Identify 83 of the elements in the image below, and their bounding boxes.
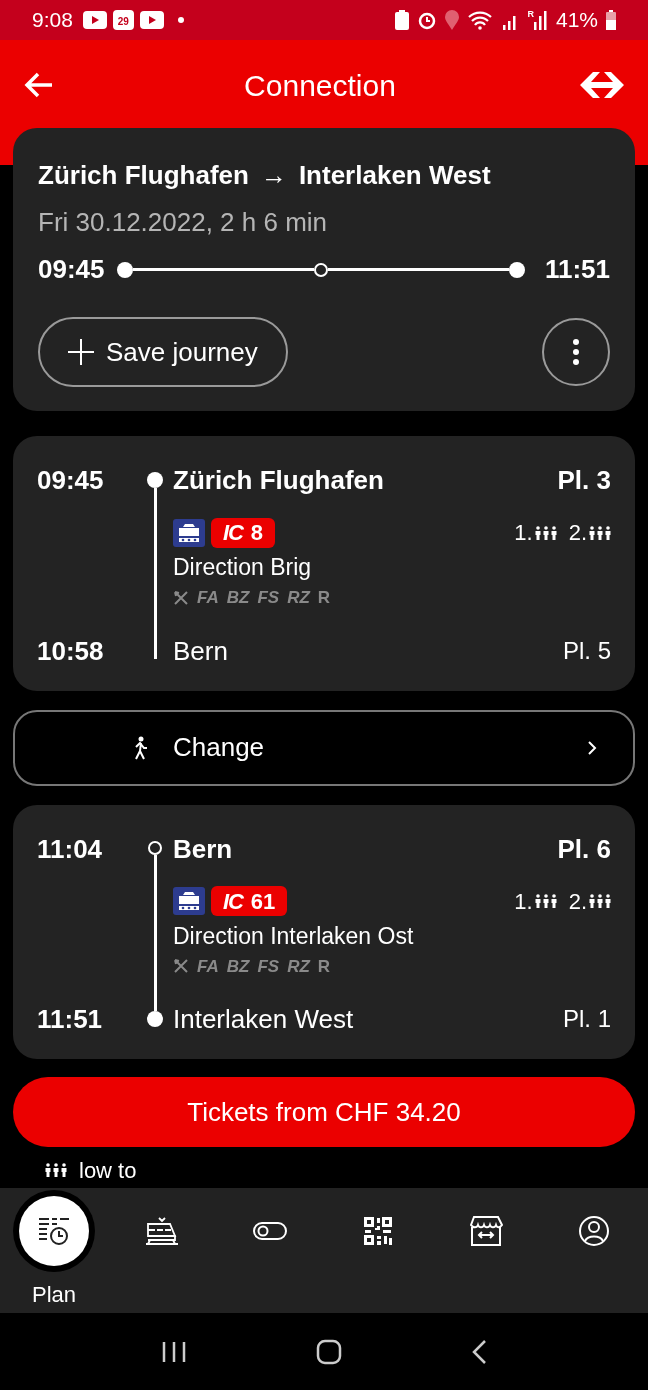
route-arrow: → [260,159,287,192]
home-icon[interactable] [316,1338,342,1365]
amenity-code: FA [197,955,219,978]
amenity-code: R [317,587,331,609]
restaurant-icon [173,958,189,975]
back-icon[interactable] [471,1338,488,1365]
battery-icon [606,10,616,30]
amenity-code: FS [257,955,280,978]
change-row[interactable]: Change [13,709,635,786]
departure-time: 09:45 [37,464,105,496]
toggle-icon [253,1221,287,1241]
battery-saver-icon [395,10,410,30]
amenity-code: BZ [226,955,250,978]
qr-code-icon [363,1216,393,1246]
page-title: Connection [244,67,396,104]
class-label: 2. [568,887,587,916]
walking-icon [133,735,149,760]
station-name: Bern [173,634,228,667]
class-label: 2. [568,519,587,547]
direction-label: Direction Interlaken Ost [173,921,415,950]
route-to: Interlaken West [298,159,491,192]
more-options-button[interactable] [542,318,610,386]
restaurant-icon [173,589,189,606]
class-label: 1. [514,887,533,916]
amenity-code: BZ [226,587,250,609]
profile-icon [578,1215,610,1247]
train-icon [145,1216,179,1246]
clock-time: 9:08 [32,7,73,34]
amenity-code: R [317,955,331,978]
direction-label: Direction Brig [173,553,313,581]
route-from: Zürich Flughafen [38,159,249,192]
leg-card[interactable]: 11:04 11:51 Bern Pl. 6 IC 61 1. 2. Direction Interlaken Ost FA BZ FS RZ R Interlaken West Pl. 1 [13,804,635,1059]
back-arrow-icon [24,72,54,98]
video-icon [139,11,164,29]
departure-time: 11:04 [37,832,104,865]
arrival-time: 11:51 [544,253,610,286]
video-icon [82,11,107,29]
arrival-time: 11:51 [37,1003,104,1035]
station-name: Interlaken West [173,1003,354,1035]
departure-time: 09:45 [38,253,105,286]
amenity-code: RZ [287,955,310,978]
occupancy-icon [45,1163,67,1177]
occupancy-icon [589,894,611,908]
date-duration: Fri 30.12.2022, 2 h 6 min [38,206,329,239]
station-name: Bern [173,832,233,865]
train-icon [173,887,205,915]
occupancy-icon [534,525,557,540]
stop-marker [148,840,162,855]
recent-apps-icon[interactable] [160,1339,187,1364]
leg-card[interactable]: 09:45 10:58 Zürich Flughafen Pl. 3 IC 8 1. 2. Direction Brig FA BZ FS RZ R Bern Pl. 5 [13,436,635,691]
alarm-icon [417,10,438,30]
save-journey-button[interactable]: Save journey [38,317,288,387]
amenity-code: FA [197,587,219,609]
line-badge: IC 61 [211,886,288,916]
platform-label: Pl. 6 [557,832,611,865]
shop-icon [469,1215,503,1247]
plus-icon [68,339,94,365]
platform-label: Pl. 3 [557,464,611,496]
station-name: Zürich Flughafen [173,464,384,496]
more-icon [573,339,579,365]
battery-percent: 41% [555,7,598,34]
timetable-icon [37,1216,71,1246]
occupancy-note: low to [79,1156,137,1185]
stop-marker [147,472,163,488]
amenity-code: RZ [287,587,310,609]
nav-tab[interactable]: Plan [0,1188,108,1311]
calendar-icon: 29 [112,10,134,30]
roaming-label: R [527,10,534,19]
train-icon [173,518,205,547]
logo-icon[interactable] [580,72,624,98]
chevron-right-icon [587,739,597,756]
occupancy-icon [534,894,557,908]
occupancy-icon [589,525,611,540]
platform-label: Pl. 5 [562,635,611,666]
class-label: 1. [514,519,533,547]
line-badge: IC 8 [211,517,276,548]
platform-label: Pl. 1 [562,1004,611,1034]
tickets-button[interactable]: Tickets from CHF 34.20 [13,1077,635,1147]
stop-marker [147,1011,163,1027]
signal-icon [533,10,548,30]
amenity-code: FS [257,587,280,609]
arrival-time: 10:58 [37,634,105,667]
location-icon [445,10,460,30]
